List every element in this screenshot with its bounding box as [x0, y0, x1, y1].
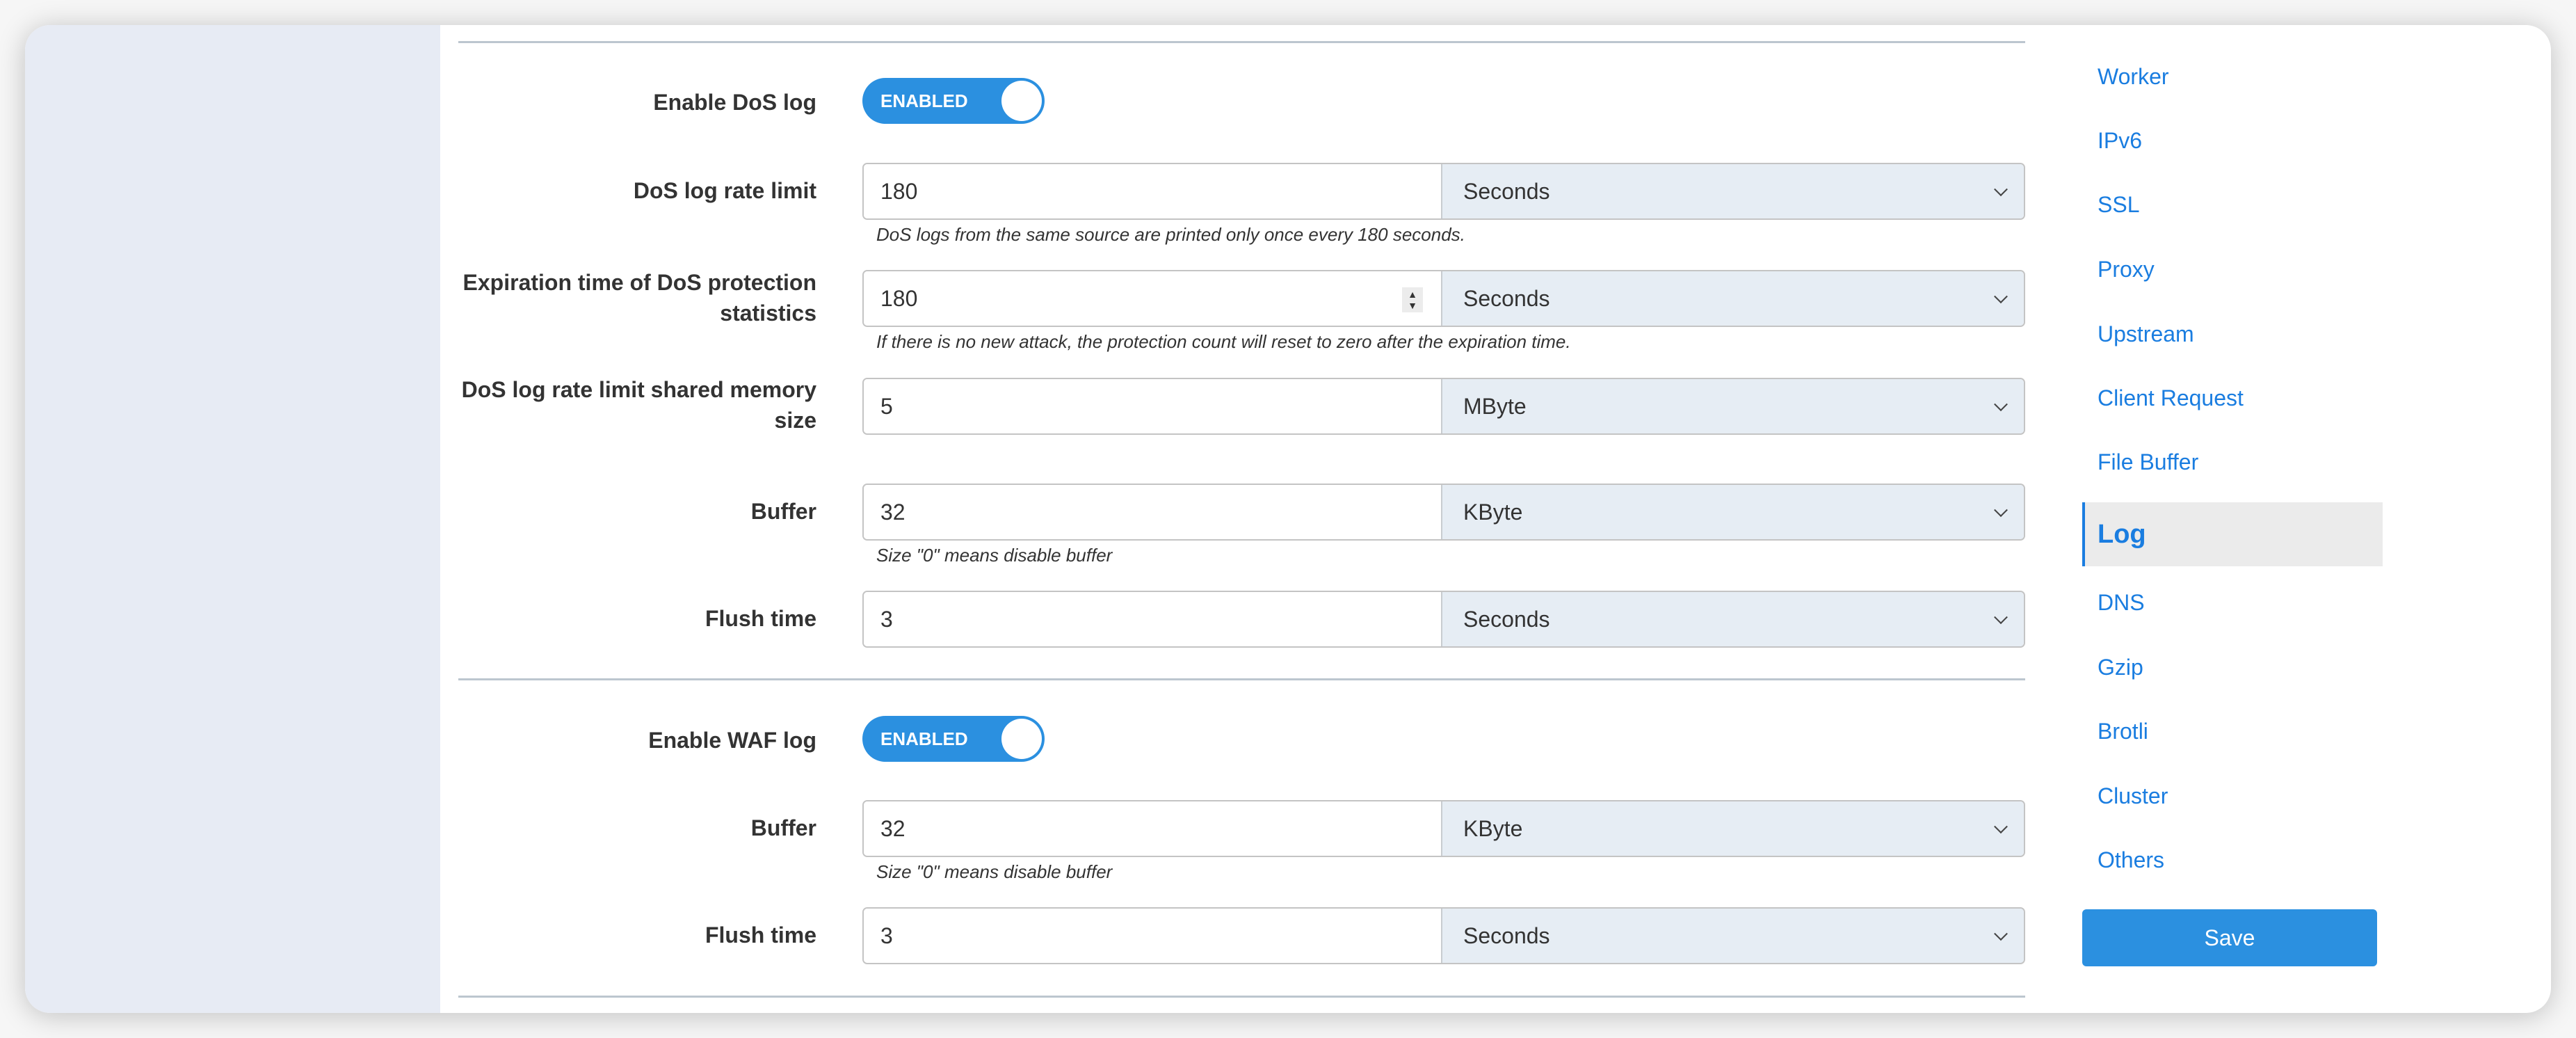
nav-item-dns[interactable]: DNS: [2082, 570, 2383, 634]
chevron-down-icon: [1994, 927, 2008, 941]
select-value: Seconds: [1463, 606, 1550, 632]
toggle-state-text: ENABLED: [880, 728, 968, 749]
nav-item-gzip[interactable]: Gzip: [2082, 635, 2383, 699]
left-sidebar-panel: [25, 25, 440, 1013]
enable-waf-log-toggle[interactable]: ENABLED: [862, 716, 1045, 762]
dos-rate-limit-label: DoS log rate limit: [633, 178, 816, 203]
dos-shared-memory-input[interactable]: 5: [864, 379, 1442, 433]
dos-flush-time-input[interactable]: 3: [864, 592, 1442, 646]
chevron-down-icon: [1994, 820, 2008, 834]
select-value: Seconds: [1463, 285, 1550, 311]
dos-shared-memory-label: DoS log rate limit shared memory size: [461, 377, 816, 433]
waf-flush-time-unit-select[interactable]: Seconds: [1442, 909, 2024, 963]
dos-expiration-input[interactable]: 180 ▲ ▼: [864, 271, 1442, 326]
waf-buffer-field: 32 KByte: [862, 800, 2025, 857]
waf-flush-time-label: Flush time: [705, 923, 816, 948]
section-divider-bottom: [458, 996, 2025, 998]
waf-flush-time-field: 3 Seconds: [862, 907, 2025, 964]
dos-flush-time-label: Flush time: [705, 606, 816, 631]
section-divider-top: [458, 41, 2025, 43]
nav-item-client-request[interactable]: Client Request: [2082, 366, 2383, 430]
dos-expiration-field: 180 ▲ ▼ Seconds: [862, 270, 2025, 327]
nav-item-brotli[interactable]: Brotli: [2082, 699, 2383, 763]
nav-item-worker[interactable]: Worker: [2082, 45, 2383, 109]
toggle-knob: [1001, 719, 1042, 759]
waf-buffer-unit-select[interactable]: KByte: [1442, 801, 2024, 856]
nav-item-proxy[interactable]: Proxy: [2082, 237, 2383, 301]
section-divider: [458, 678, 2025, 680]
chevron-down-icon: [1994, 397, 2008, 412]
dos-buffer-field: 32 KByte: [862, 484, 2025, 541]
dos-flush-time-field: 3 Seconds: [862, 591, 2025, 648]
dos-buffer-input[interactable]: 32: [864, 485, 1442, 539]
dos-expiration-label: Expiration time of DoS protection statis…: [462, 270, 816, 326]
number-stepper-icon[interactable]: ▲ ▼: [1402, 287, 1423, 312]
dos-flush-time-unit-select[interactable]: Seconds: [1442, 592, 2024, 646]
dos-expiration-unit-select[interactable]: Seconds: [1442, 271, 2024, 326]
waf-buffer-input[interactable]: 32: [864, 801, 1442, 856]
settings-window: Enable DoS log ENABLED DoS log rate limi…: [25, 25, 2551, 1013]
dos-rate-limit-field: 180 Seconds: [862, 163, 2025, 220]
enable-waf-log-label: Enable WAF log: [648, 728, 816, 753]
toggle-state-text: ENABLED: [880, 90, 968, 111]
nav-item-upstream[interactable]: Upstream: [2082, 302, 2383, 366]
dos-shared-memory-unit-select[interactable]: MByte: [1442, 379, 2024, 433]
waf-buffer-label: Buffer: [750, 815, 816, 840]
dos-shared-memory-field: 5 MByte: [862, 378, 2025, 435]
dos-rate-limit-help: DoS logs from the same source are printe…: [876, 224, 1465, 245]
chevron-down-icon: [1994, 289, 2008, 304]
chevron-down-icon: [1994, 610, 2008, 625]
select-value: KByte: [1463, 815, 1523, 841]
dos-buffer-help: Size "0" means disable buffer: [876, 545, 1113, 566]
dos-rate-limit-input[interactable]: 180: [864, 164, 1442, 218]
dos-rate-limit-unit-select[interactable]: Seconds: [1442, 164, 2024, 218]
enable-dos-log-toggle[interactable]: ENABLED: [862, 78, 1045, 124]
nav-item-others[interactable]: Others: [2082, 828, 2383, 892]
select-value: MByte: [1463, 393, 1527, 419]
nav-item-ssl[interactable]: SSL: [2082, 173, 2383, 237]
dos-buffer-unit-select[interactable]: KByte: [1442, 485, 2024, 539]
nav-item-ipv6[interactable]: IPv6: [2082, 109, 2383, 173]
toggle-knob: [1001, 81, 1042, 121]
dos-buffer-label: Buffer: [750, 499, 816, 524]
nav-item-cluster[interactable]: Cluster: [2082, 764, 2383, 828]
dos-expiration-help: If there is no new attack, the protectio…: [876, 331, 1571, 352]
select-value: Seconds: [1463, 923, 1550, 948]
nav-item-log[interactable]: Log: [2082, 502, 2383, 566]
select-value: KByte: [1463, 499, 1523, 525]
input-value: 180: [880, 285, 918, 311]
waf-buffer-help: Size "0" means disable buffer: [876, 861, 1113, 882]
nav-item-file-buffer[interactable]: File Buffer: [2082, 430, 2383, 494]
enable-dos-log-label: Enable DoS log: [653, 90, 816, 115]
chevron-down-icon: [1994, 503, 2008, 518]
select-value: Seconds: [1463, 178, 1550, 204]
chevron-down-icon: [1994, 182, 2008, 197]
save-button[interactable]: Save: [2082, 909, 2377, 966]
waf-flush-time-input[interactable]: 3: [864, 909, 1442, 963]
